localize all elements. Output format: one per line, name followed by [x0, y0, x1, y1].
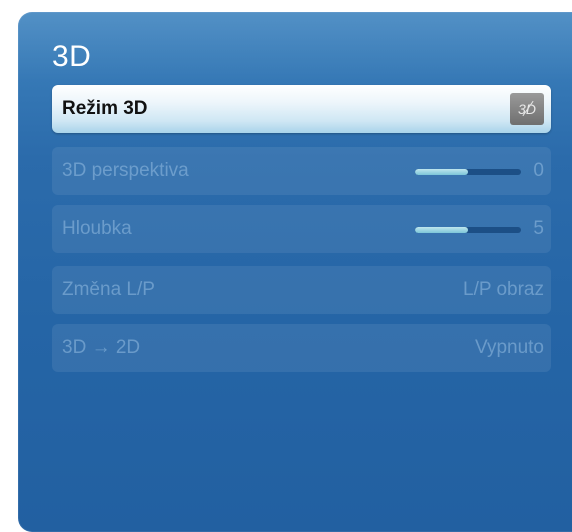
perspective-slider[interactable] [415, 169, 521, 175]
slider-fill [415, 227, 468, 233]
menu-item-lr-change[interactable]: Změna L/P L/P obraz [52, 266, 551, 314]
menu-title: 3D [52, 40, 92, 73]
menu-item-value: 0 [533, 160, 544, 181]
menu-item-3d-mode[interactable]: Režim 3D 3D [52, 85, 551, 133]
menu-item-label: 3D → 2D [62, 337, 141, 358]
3d-off-icon: 3D [510, 93, 544, 125]
slider-fill [415, 169, 468, 175]
menu-item-3d-to-2d[interactable]: 3D → 2D Vypnuto [52, 324, 551, 372]
menu-item-label: Režim 3D [62, 98, 148, 119]
menu-item-value: L/P obraz [463, 279, 544, 300]
menu-item-value: Vypnuto [474, 337, 544, 358]
menu-item-label: 3D perspektiva [62, 160, 189, 181]
settings-panel: 3D Režim 3D 3D 3D perspektiva 0 Hloubka … [18, 12, 572, 532]
menu-item-label: Hloubka [62, 218, 132, 239]
menu-item-3d-perspective[interactable]: 3D perspektiva 0 [52, 147, 551, 195]
menu-item-depth[interactable]: Hloubka 5 [52, 205, 551, 253]
menu-item-value: 5 [533, 218, 544, 239]
depth-slider[interactable] [415, 227, 521, 233]
menu-item-label: Změna L/P [62, 279, 155, 300]
